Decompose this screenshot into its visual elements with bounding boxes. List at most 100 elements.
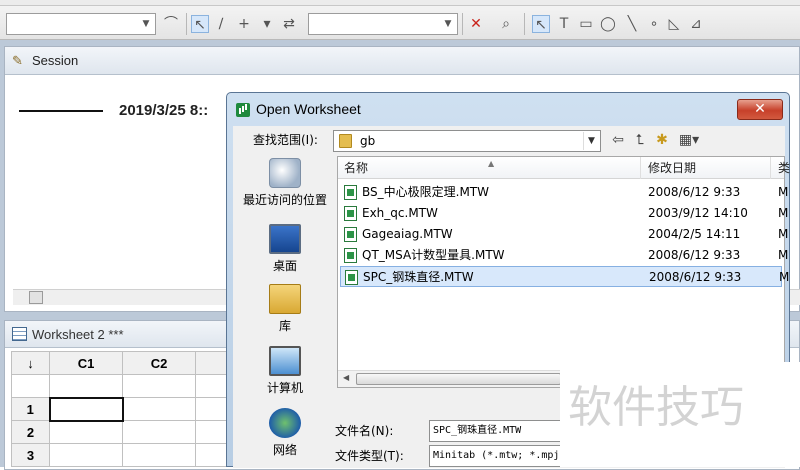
minitab-app-icon <box>236 103 250 117</box>
look-in-value: gb <box>360 134 376 148</box>
dot-tool-icon[interactable]: ∘ <box>645 15 663 33</box>
zoom-icon[interactable]: ⌕ <box>497 15 515 33</box>
file-type: M <box>778 206 789 220</box>
place-computer[interactable]: 计算机 <box>237 346 333 396</box>
mtw-file-icon <box>345 270 358 285</box>
name-cell[interactable] <box>122 374 196 398</box>
file-type: M <box>778 185 789 199</box>
polyline-tool-icon[interactable]: ⊿ <box>687 15 705 33</box>
places-bar: 最近访问的位置 桌面 库 计算机 网络 <box>237 158 333 468</box>
watermark-text: 软件技巧 <box>560 362 800 467</box>
file-type: M <box>779 270 790 284</box>
rectangle-tool-icon[interactable]: ▭ <box>577 15 595 33</box>
blank-header-cell[interactable] <box>11 374 50 398</box>
file-row[interactable]: QT_MSA计数型量具.MTW 2008/6/12 9:33 M <box>340 245 788 266</box>
file-date: 2003/9/12 14:10 <box>648 206 748 220</box>
file-date: 2008/6/12 9:33 <box>648 185 741 199</box>
active-cell[interactable] <box>48 396 124 422</box>
column-header[interactable]: C2 <box>122 351 196 375</box>
up-folder-icon[interactable]: ⮤ <box>631 130 649 150</box>
file-name-input[interactable]: SPC_钢珠直径.MTW <box>429 420 565 442</box>
grid-cell[interactable] <box>122 420 196 444</box>
chevron-down-icon: ▼ <box>142 19 150 29</box>
place-recent[interactable]: 最近访问的位置 <box>237 158 333 208</box>
name-cell[interactable] <box>49 374 123 398</box>
session-rule <box>19 110 103 112</box>
file-name: Gageaiag.MTW <box>362 227 453 241</box>
file-row[interactable]: BS_中心极限定理.MTW 2008/6/12 9:33 M <box>340 182 788 203</box>
file-name-label: 文件名(N): <box>335 424 394 438</box>
row-header[interactable]: 3 <box>11 443 50 467</box>
size-select[interactable]: ▼ <box>308 13 458 35</box>
column-header-name[interactable]: 名称 <box>338 157 368 179</box>
new-folder-icon[interactable]: ✱ <box>653 130 671 150</box>
toolbar: ▼ ⌒ ↖ ∕ + ▾ ⇄ ▼ ✕ ⌕ ↖ T ▭ ◯ ╲ ∘ ◺ ⊿ <box>0 0 800 40</box>
select-arrow-icon[interactable]: ↖ <box>191 15 209 33</box>
text-tool-icon[interactable]: T <box>555 15 573 33</box>
delete-icon[interactable]: ✕ <box>467 15 485 33</box>
file-date: 2004/2/5 14:11 <box>648 227 741 241</box>
column-header[interactable]: C1 <box>49 351 123 375</box>
font-select[interactable]: ▼ <box>6 13 156 35</box>
session-icon: ✎ <box>12 53 23 68</box>
library-icon <box>269 284 301 314</box>
place-label: 最近访问的位置 <box>242 193 327 207</box>
column-header-date[interactable]: 修改日期 <box>642 157 696 179</box>
dialog-titlebar[interactable]: Open Worksheet ✕ <box>227 93 789 126</box>
swap-icon[interactable]: ⇄ <box>280 15 298 33</box>
grid-cell[interactable] <box>49 420 123 444</box>
brush-icon[interactable]: ⌒ <box>162 15 180 33</box>
column-header-type[interactable]: 类 <box>772 157 790 179</box>
file-name: Exh_qc.MTW <box>362 206 438 220</box>
flag-icon[interactable]: ▾ <box>258 15 276 33</box>
file-row[interactable]: Exh_qc.MTW 2003/9/12 14:10 M <box>340 203 788 224</box>
grid-cell[interactable] <box>122 397 196 421</box>
polygon-tool-icon[interactable]: ◺ <box>665 15 683 33</box>
file-row-selected[interactable]: SPC_钢珠直径.MTW 2008/6/12 9:33 M <box>340 266 789 287</box>
worksheet-icon <box>12 327 27 341</box>
file-type: M <box>778 227 789 241</box>
pen-icon[interactable]: ∕ <box>212 15 230 33</box>
pointer-icon[interactable]: ↖ <box>532 15 550 33</box>
file-type-select[interactable]: Minitab (*.mtw; *.mpj) <box>429 445 565 467</box>
close-button[interactable]: ✕ <box>737 99 783 120</box>
file-type: M <box>778 248 789 262</box>
grid-cell[interactable] <box>122 443 196 467</box>
file-name: SPC_钢珠直径.MTW <box>363 270 474 284</box>
mtw-file-icon <box>344 206 357 221</box>
mtw-file-icon <box>344 185 357 200</box>
file-name: QT_MSA计数型量具.MTW <box>362 248 505 262</box>
file-date: 2008/6/12 9:33 <box>648 248 741 262</box>
place-network[interactable]: 网络 <box>237 408 333 458</box>
scroll-thumb[interactable] <box>356 373 561 385</box>
session-timestamp: 2019/3/25 8:: <box>119 102 209 119</box>
sort-ascending-icon: ▲ <box>488 159 495 168</box>
folder-icon <box>339 134 352 148</box>
chevron-down-icon: ▼ <box>583 132 599 150</box>
look-in-select[interactable]: gb ▼ <box>333 130 601 152</box>
file-row[interactable]: Gageaiag.MTW 2004/2/5 14:11 M <box>340 224 788 245</box>
grid-cell[interactable] <box>49 443 123 467</box>
ellipse-tool-icon[interactable]: ◯ <box>599 15 617 33</box>
place-label: 库 <box>278 319 291 333</box>
crosshair-icon[interactable]: + <box>235 15 253 33</box>
dialog-title: Open Worksheet <box>256 101 361 117</box>
row-header[interactable]: 1 <box>11 397 50 421</box>
place-desktop[interactable]: 桌面 <box>237 224 333 274</box>
session-titlebar[interactable]: ✎ Session <box>5 47 799 75</box>
place-library[interactable]: 库 <box>237 284 333 334</box>
place-label: 桌面 <box>272 259 297 273</box>
view-menu-icon[interactable]: ▦▾ <box>675 130 703 150</box>
scroll-left-icon[interactable]: ◀ <box>343 373 349 382</box>
worksheet-title: Worksheet 2 *** <box>32 327 124 342</box>
grid-corner[interactable]: ↓ <box>11 351 50 375</box>
place-label: 网络 <box>272 443 297 457</box>
chevron-down-icon: ▼ <box>444 19 452 29</box>
scroll-thumb[interactable] <box>29 291 43 304</box>
back-icon[interactable]: ⇦ <box>609 130 627 150</box>
file-type-label: 文件类型(T): <box>335 449 404 463</box>
line-tool-icon[interactable]: ╲ <box>623 15 641 33</box>
computer-icon <box>269 346 301 376</box>
row-header[interactable]: 2 <box>11 420 50 444</box>
network-icon <box>269 408 301 438</box>
